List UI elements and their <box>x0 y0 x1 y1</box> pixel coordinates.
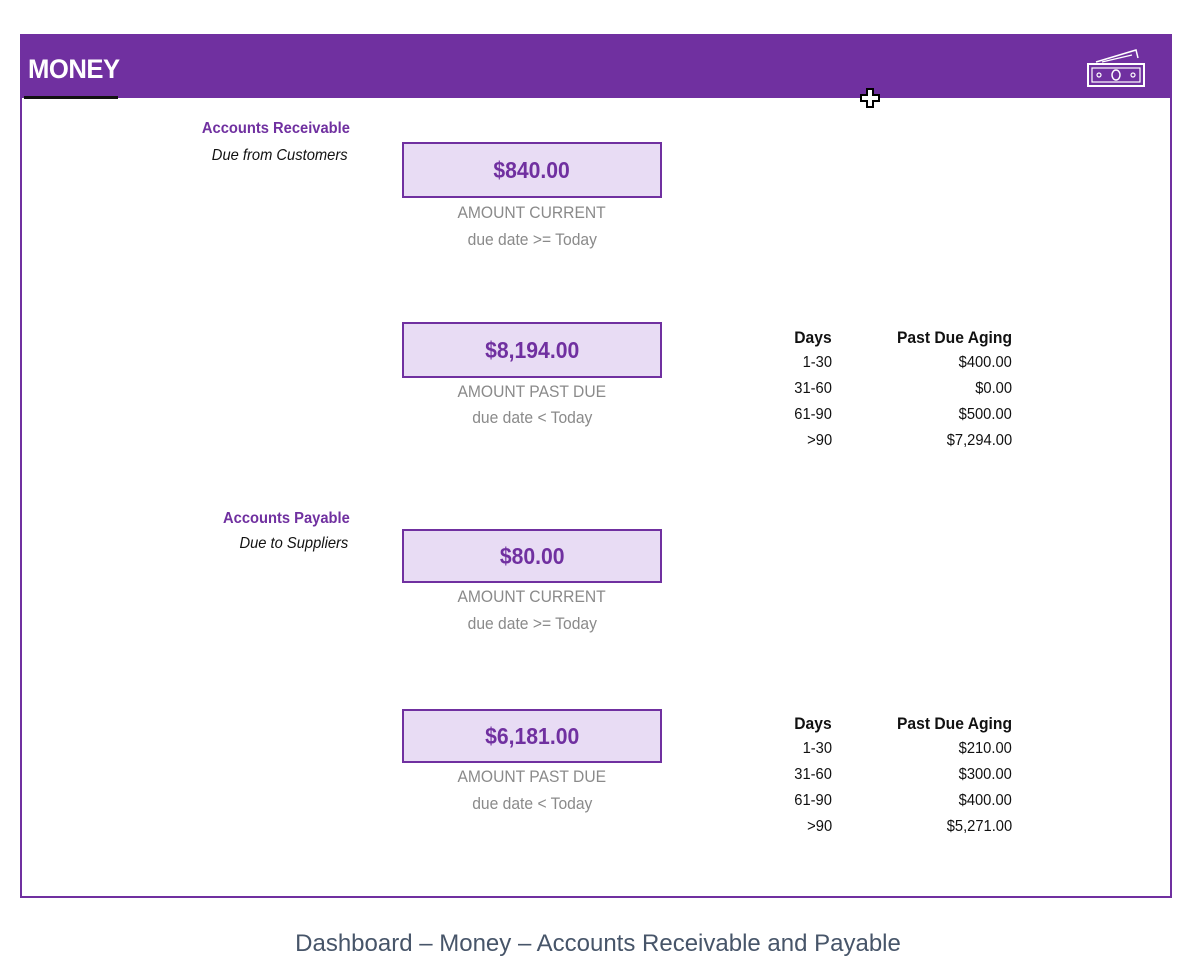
aging-header-row: Days Past Due Aging <box>762 714 1012 740</box>
aging-days: 61-90 <box>794 406 832 423</box>
payable-current-label: AMOUNT CURRENT <box>457 587 607 606</box>
table-row: 31-60 $300.00 <box>762 766 1012 792</box>
aging-amount-header: Past Due Aging <box>897 714 1012 733</box>
aging-header-row: Days Past Due Aging <box>762 328 1012 354</box>
receivable-current-condition: due date >= Today <box>467 230 597 249</box>
payable-past-due-amount-box: $6,181.00 <box>402 709 662 763</box>
money-bill-icon <box>1087 49 1145 87</box>
payable-past-due-label: AMOUNT PAST DUE <box>457 767 607 786</box>
table-row: 1-30 $400.00 <box>762 354 1012 380</box>
aging-days: 31-60 <box>794 766 832 783</box>
table-row: 61-90 $400.00 <box>762 792 1012 818</box>
money-dashboard-panel: MONEY Accounts Receivable Due from Custo… <box>20 34 1172 898</box>
aging-amount: $300.00 <box>958 766 1012 783</box>
header-title-underline <box>24 96 118 99</box>
receivable-title: Accounts Receivable <box>201 120 350 137</box>
receivable-past-due-label: AMOUNT PAST DUE <box>457 382 607 401</box>
move-cursor-icon <box>860 88 880 108</box>
receivable-current-amount: $840.00 <box>493 156 571 183</box>
payable-current-amount-box: $80.00 <box>402 529 662 583</box>
payable-current-amount: $80.00 <box>499 542 565 569</box>
aging-amount-header: Past Due Aging <box>897 328 1012 347</box>
aging-amount: $5,271.00 <box>946 818 1012 835</box>
aging-days: >90 <box>807 432 832 449</box>
aging-amount: $400.00 <box>958 354 1012 371</box>
aging-amount: $210.00 <box>958 740 1012 757</box>
aging-days: 61-90 <box>794 792 832 809</box>
table-row: >90 $5,271.00 <box>762 818 1012 844</box>
receivable-subtitle: Due from Customers <box>212 147 348 164</box>
aging-days: 31-60 <box>794 380 832 397</box>
receivable-aging-table: Days Past Due Aging 1-30 $400.00 31-60 $… <box>762 328 1012 458</box>
payable-title: Accounts Payable <box>223 510 350 527</box>
payable-past-due-condition: due date < Today <box>471 794 593 813</box>
payable-past-due-amount: $6,181.00 <box>484 722 580 749</box>
receivable-past-due-condition: due date < Today <box>471 408 593 427</box>
aging-amount: $500.00 <box>958 406 1012 423</box>
aging-days-header: Days <box>794 328 832 347</box>
table-row: 61-90 $500.00 <box>762 406 1012 432</box>
receivable-past-due-amount: $8,194.00 <box>484 336 580 363</box>
receivable-past-due-amount-box: $8,194.00 <box>402 322 662 378</box>
aging-amount: $400.00 <box>958 792 1012 809</box>
table-row: 31-60 $0.00 <box>762 380 1012 406</box>
payable-aging-table: Days Past Due Aging 1-30 $210.00 31-60 $… <box>762 714 1012 844</box>
payable-subtitle: Due to Suppliers <box>239 535 348 552</box>
payable-current-condition: due date >= Today <box>467 614 597 633</box>
table-row: 1-30 $210.00 <box>762 740 1012 766</box>
aging-days-header: Days <box>794 714 832 733</box>
aging-days: 1-30 <box>802 740 832 757</box>
aging-days: 1-30 <box>802 354 832 371</box>
aging-days: >90 <box>807 818 832 835</box>
aging-amount: $7,294.00 <box>946 432 1012 449</box>
receivable-current-amount-box: $840.00 <box>402 142 662 198</box>
header-title: MONEY <box>28 54 120 84</box>
aging-amount: $0.00 <box>975 380 1012 397</box>
receivable-current-label: AMOUNT CURRENT <box>457 203 607 222</box>
dashboard-header: MONEY <box>22 36 1170 99</box>
figure-caption: Dashboard – Money – Accounts Receivable … <box>295 930 901 957</box>
table-row: >90 $7,294.00 <box>762 432 1012 458</box>
